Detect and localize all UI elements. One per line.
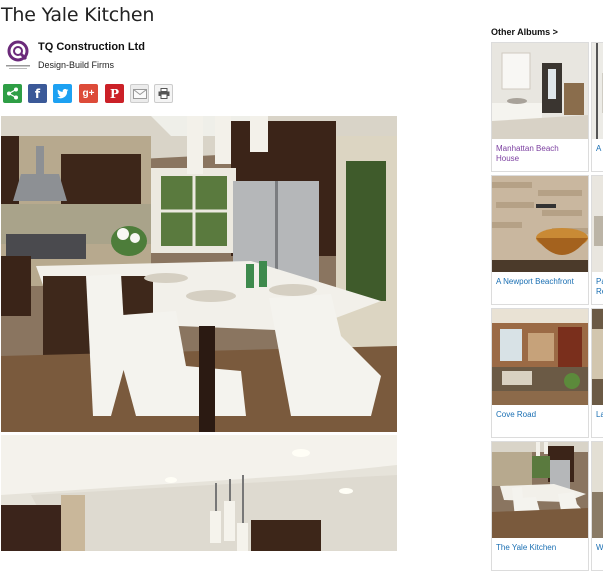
other-albums-link[interactable]: Other Albums > [491,27,558,37]
album-thumbnail[interactable] [592,176,603,272]
album-label[interactable]: La [592,405,603,424]
twitter-icon[interactable] [53,84,72,103]
page-title: The Yale Kitchen [1,4,155,26]
album-label[interactable]: A Newport Beachfront [492,272,588,291]
google-plus-icon[interactable]: g+ [79,84,98,103]
album-thumbnail[interactable] [492,309,588,405]
album-label[interactable]: The Yale Kitchen [492,538,588,557]
share-icon[interactable] [3,84,22,103]
album-label[interactable]: Manhattan Beach House [492,139,588,168]
album-card[interactable]: Manhattan Beach House [491,42,589,172]
company-type: Design-Build Firms [38,60,115,70]
album-label[interactable]: W [592,538,603,557]
album-thumbnail[interactable] [592,442,603,538]
company-info: TQ Construction Ltd Design-Build Firms [4,39,304,75]
album-card[interactable]: A [591,42,603,172]
company-name[interactable]: TQ Construction Ltd [38,41,145,53]
album-card[interactable]: A Newport Beachfront [491,175,589,305]
album-thumbnail[interactable] [492,43,588,139]
album-label[interactable]: A [592,139,603,158]
print-icon[interactable] [154,84,173,103]
album-thumbnail[interactable] [592,309,603,405]
album-card[interactable]: Pa Re [591,175,603,305]
album-card[interactable]: The Yale Kitchen [491,441,589,571]
album-thumbnail[interactable] [592,43,603,139]
album-photo-2[interactable] [1,435,397,551]
album-photo[interactable] [1,116,397,432]
album-thumbnail[interactable] [492,442,588,538]
facebook-icon[interactable]: f [28,84,47,103]
pinterest-icon[interactable]: P [105,84,124,103]
email-icon[interactable] [130,84,149,103]
album-label[interactable]: Cove Road [492,405,588,424]
company-logo[interactable] [4,39,32,71]
album-label[interactable]: Pa Re [592,272,603,301]
album-card[interactable]: La [591,308,603,438]
album-thumbnail[interactable] [492,176,588,272]
album-card[interactable]: W [591,441,603,571]
album-card[interactable]: Cove Road [491,308,589,438]
